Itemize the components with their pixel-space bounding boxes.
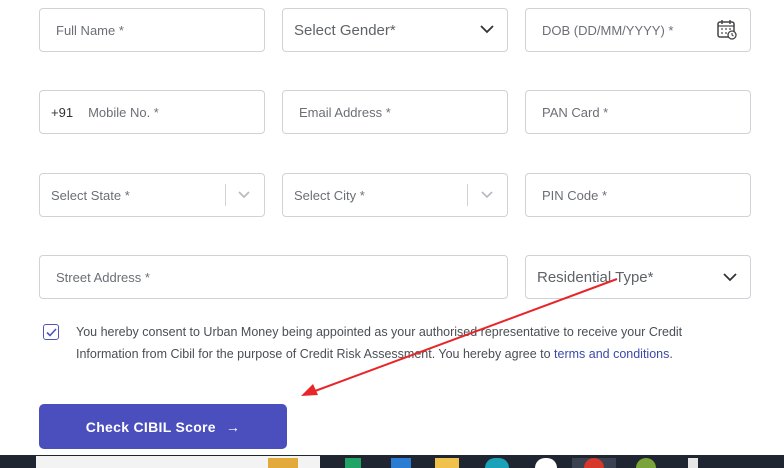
folder-icon[interactable]: [435, 458, 459, 468]
app-icon[interactable]: [688, 458, 698, 468]
app-icon[interactable]: [391, 458, 411, 468]
app-icon[interactable]: [345, 458, 361, 468]
briefcase-icon[interactable]: [268, 458, 298, 468]
annotation-arrow: [301, 278, 618, 396]
edge-icon[interactable]: [485, 458, 509, 468]
